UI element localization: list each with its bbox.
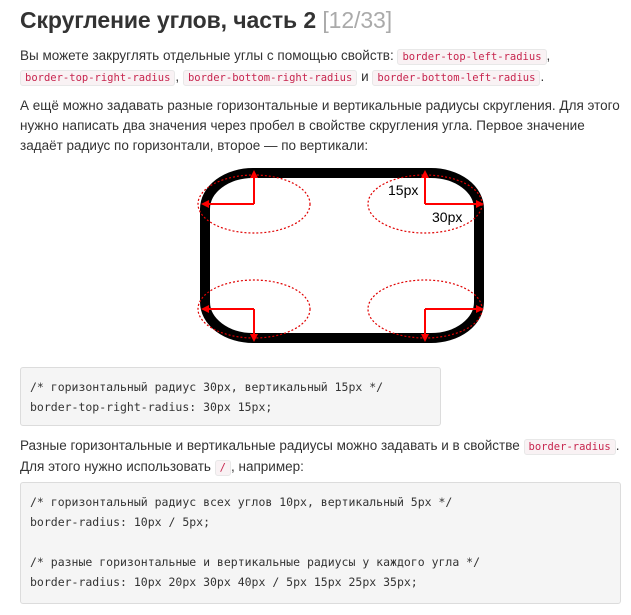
code-block-2: /* горизонтальный радиус всех углов 10px… — [20, 482, 621, 604]
label-horizontal-radius: 30px — [432, 209, 462, 225]
code-line: border-radius: 10px 20px 30px 40px / 5px… — [30, 575, 418, 589]
prop-bottom-right-radius: border-bottom-right-radius — [182, 70, 358, 86]
intro-end: . — [540, 69, 545, 84]
radius-diagram: 15px 30px — [170, 160, 490, 352]
code-line: border-top-right-radius: 30px 15px; — [30, 400, 273, 414]
explain-paragraph: А ещё можно задавать разные горизонтальн… — [20, 98, 620, 153]
intro-separator-1: , — [546, 48, 551, 63]
lesson-counter: [12/33] — [322, 7, 393, 33]
page-title: Скругление углов, часть 2 [12/33] — [20, 7, 392, 34]
shorthand-text-line2: Для этого нужно использовать — [20, 459, 215, 474]
radius-diagram-svg: 15px 30px — [197, 168, 484, 343]
rounded-box — [200, 168, 484, 343]
shorthand-end: . — [615, 438, 620, 453]
code-line: border-radius: 10px / 5px; — [30, 515, 211, 529]
prop-top-left-radius: border-top-left-radius — [397, 49, 547, 65]
code-line: /* разные горизонтальные и вертикальные … — [30, 555, 481, 569]
label-vertical-radius: 15px — [388, 182, 418, 198]
intro-paragraph: Вы можете закруглять отдельные углы с по… — [20, 46, 620, 88]
intro-separator-2: , — [175, 69, 180, 84]
slash-symbol: / — [214, 460, 231, 476]
code-line: /* горизонтальный радиус 30px, вертикаль… — [30, 380, 384, 394]
shorthand-text: Разные горизонтальные и вертикальные рад… — [20, 438, 524, 453]
code-block-1: /* горизонтальный радиус 30px, вертикаль… — [20, 367, 441, 426]
intro-conjunction: и — [361, 69, 369, 84]
code-line: /* горизонтальный радиус всех углов 10px… — [30, 495, 453, 509]
prop-bottom-left-radius: border-bottom-left-radius — [372, 70, 541, 86]
intro-text: Вы можете закруглять отдельные углы с по… — [20, 48, 398, 63]
prop-top-right-radius: border-top-right-radius — [20, 70, 176, 86]
shorthand-paragraph: Разные горизонтальные и вертикальные рад… — [20, 436, 620, 478]
shorthand-text-line2-end: , например: — [231, 459, 304, 474]
title-text: Скругление углов, часть 2 — [20, 7, 317, 33]
prop-border-radius: border-radius — [523, 439, 616, 455]
